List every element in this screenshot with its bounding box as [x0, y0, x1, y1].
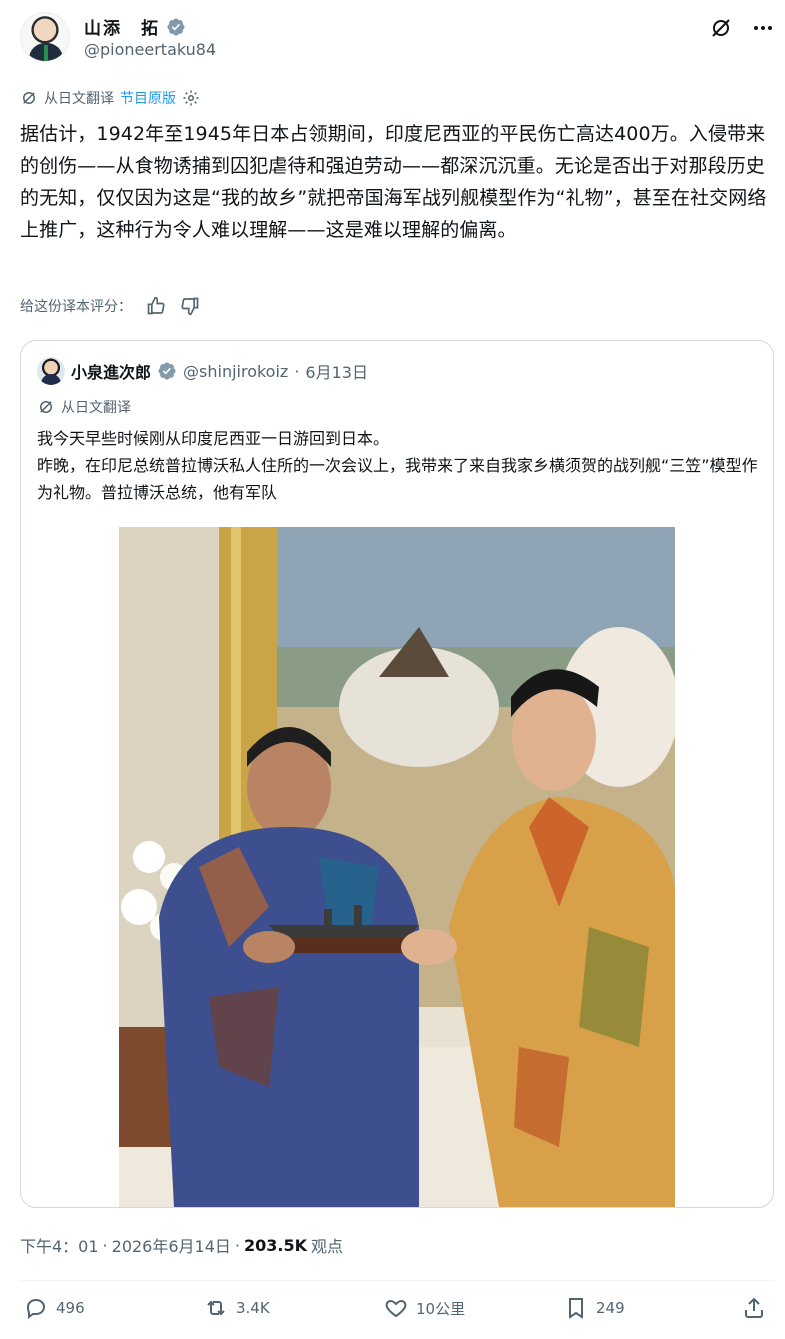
quoted-tweet[interactable]: 小泉進次郎 @shinjirokoiz · 6月13日 从日文翻译 我今天早些时… — [20, 340, 774, 1208]
more-options-icon[interactable] — [751, 16, 775, 40]
grok-icon[interactable] — [709, 16, 733, 40]
show-original-link[interactable]: 节目原版 — [120, 88, 176, 108]
quoted-text-line1: 我今天早些时候刚从印度尼西亚一日游回到日本。 — [37, 429, 390, 448]
quoted-text: 我今天早些时候刚从印度尼西亚一日游回到日本。 昨晚，在印尼总统普拉博沃私人住所的… — [37, 425, 759, 506]
quoted-text-line2: 昨晚，在印尼总统普拉博沃私人住所的一次会议上，我带来了来自我家乡横须贺的战列舰“… — [37, 456, 758, 502]
translation-label: 从日文翻译 — [44, 91, 114, 107]
repost-icon — [207, 1300, 225, 1316]
share-icon — [745, 1297, 763, 1318]
reply-icon — [26, 1298, 46, 1319]
post-time[interactable]: 下午4：01 — [20, 1233, 99, 1257]
share-button[interactable] — [742, 1296, 766, 1320]
author-name[interactable]: 山添 拓 — [84, 14, 160, 39]
heart-icon — [385, 1299, 407, 1318]
avatar-tie — [44, 45, 48, 61]
tweet-header: 山添 拓 @pioneertaku84 — [20, 12, 775, 66]
bookmark-count: 249 — [596, 1299, 625, 1317]
meta-separator: · — [102, 1235, 108, 1255]
bookmark-button[interactable]: 249 — [564, 1296, 625, 1320]
author-handle[interactable]: @pioneertaku84 — [84, 40, 216, 59]
quoted-handle: @shinjirokoiz — [183, 361, 289, 381]
quoted-photo[interactable] — [119, 527, 675, 1207]
action-bar: 496 3.4K 10公里 249 — [20, 1296, 774, 1328]
like-button[interactable]: 10公里 — [384, 1296, 465, 1320]
quoted-date: 6月13日 — [305, 363, 368, 382]
translate-icon — [40, 401, 52, 413]
quoted-translation-notice: 从日文翻译 — [37, 397, 131, 417]
bookmark-icon — [569, 1298, 583, 1319]
repost-button[interactable]: 3.4K — [204, 1296, 270, 1320]
tweet-page: 山添 拓 @pioneertaku84 从日文翻译 节目原版 据估计，1942年… — [0, 0, 785, 1339]
tweet-text: 据估计，1942年至1945年日本占领期间，印度尼西亚的平民伤亡高达400万。入… — [20, 123, 767, 241]
quoted-separator: · — [294, 361, 300, 381]
views-label: 观点 — [311, 1237, 344, 1256]
quoted-author-name: 小泉進次郎 — [71, 363, 152, 382]
reply-button[interactable]: 496 — [24, 1296, 85, 1320]
reply-count: 496 — [56, 1299, 85, 1317]
author-avatar[interactable] — [20, 12, 70, 62]
header-actions — [709, 16, 775, 40]
thumbs-down-icon[interactable] — [180, 296, 200, 316]
rate-translation: 给这份译本评分： — [20, 296, 200, 316]
post-date[interactable]: 2026年6月14日 — [112, 1233, 231, 1257]
quoted-verified-badge-icon — [158, 362, 176, 380]
verified-badge-icon — [167, 17, 185, 36]
views-count: 203.5K — [244, 1235, 308, 1255]
rate-label: 给这份译本评分： — [20, 299, 132, 315]
author-name-row: 山添 拓 — [84, 14, 186, 39]
like-count: 10公里 — [416, 1299, 466, 1318]
meta-separator-2: · — [234, 1235, 240, 1255]
quoted-avatar — [37, 357, 65, 385]
settings-gear-icon[interactable] — [182, 89, 200, 107]
photo-illustration — [119, 527, 675, 1207]
translation-notice: 从日文翻译 节目原版 — [20, 88, 200, 108]
divider — [20, 1280, 774, 1281]
repost-count: 3.4K — [236, 1299, 270, 1317]
quoted-translation-label: 从日文翻译 — [61, 400, 131, 416]
tweet-meta: 下午4：01 · 2026年6月14日 · 203.5K 观点 — [20, 1233, 343, 1257]
translate-icon — [23, 92, 35, 104]
quoted-header: 小泉進次郎 @shinjirokoiz · 6月13日 — [37, 357, 368, 385]
thumbs-up-icon[interactable] — [146, 296, 166, 316]
